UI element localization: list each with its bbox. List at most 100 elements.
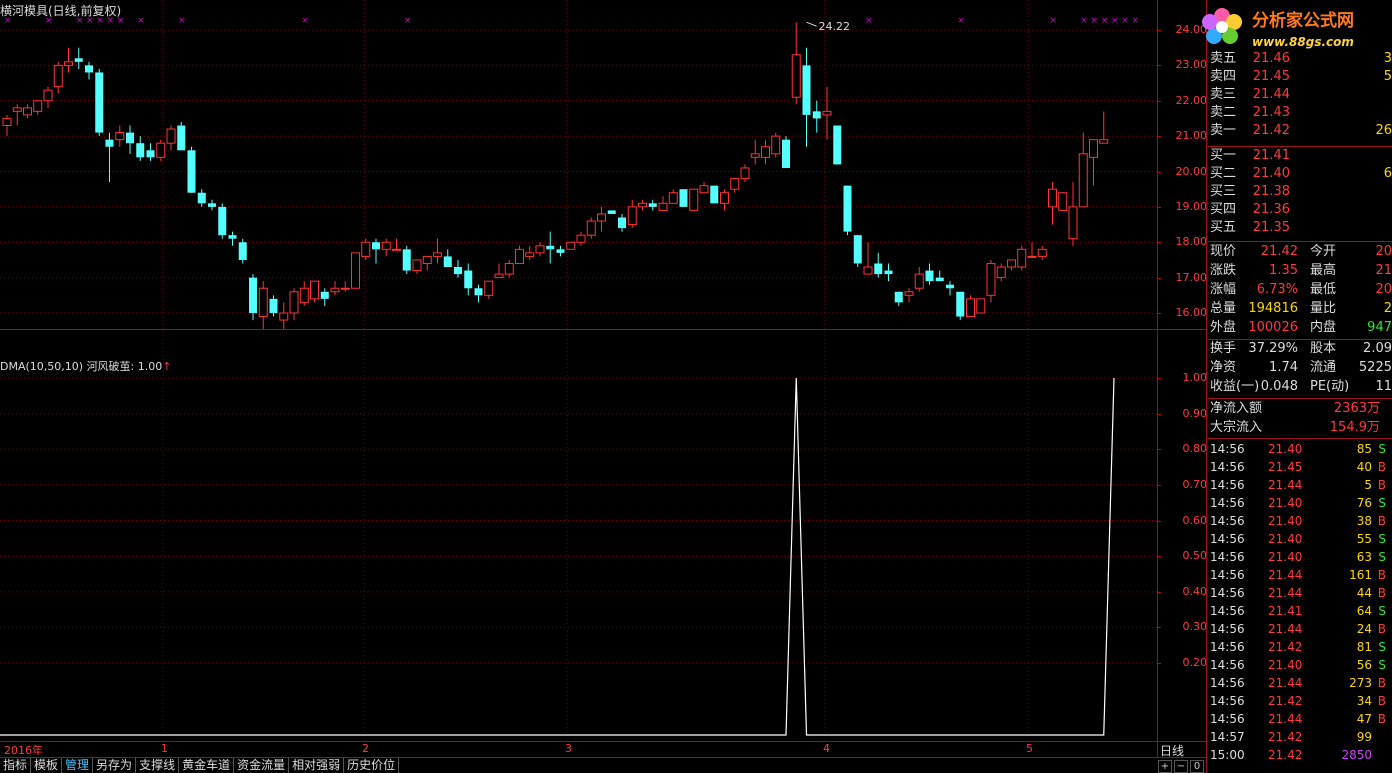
tick-time: 14:56 bbox=[1210, 622, 1245, 636]
candle bbox=[597, 206, 606, 232]
candle bbox=[956, 291, 965, 321]
candle bbox=[85, 61, 93, 80]
signal-marker-icon: × bbox=[957, 16, 965, 26]
ask-row[interactable]: 卖四 21.45 5 bbox=[1208, 68, 1392, 86]
candle bbox=[914, 267, 924, 292]
candle bbox=[1089, 139, 1098, 186]
price-tick-label: 17.00 bbox=[1175, 270, 1208, 284]
bid-label: 买五 bbox=[1210, 220, 1237, 235]
period-label[interactable]: 日线 bbox=[1160, 742, 1184, 759]
ask-row[interactable]: 卖一 21.42 26 bbox=[1208, 122, 1392, 140]
candle-body bbox=[504, 262, 514, 275]
trade-tick-row: 14:56 21.42 34 B bbox=[1208, 692, 1392, 710]
tab-item[interactable]: 历史价位 bbox=[344, 758, 400, 773]
candle-body bbox=[361, 241, 371, 257]
candle bbox=[668, 189, 678, 204]
trade-tick-row: 14:56 21.45 40 B bbox=[1208, 458, 1392, 476]
candle bbox=[576, 231, 586, 246]
candle bbox=[422, 255, 432, 271]
quote-label: 今开 bbox=[1310, 244, 1337, 259]
indicator-tick-label: 0.30 bbox=[1182, 620, 1208, 634]
tick-volume: 34 bbox=[1356, 694, 1372, 708]
candle bbox=[320, 288, 329, 306]
bid-row[interactable]: 买二 21.40 6 bbox=[1208, 165, 1392, 183]
high-annotation: 24.22 bbox=[819, 20, 851, 33]
tab-item[interactable]: 资金流量 bbox=[234, 758, 290, 773]
ask-price: 21.44 bbox=[1252, 87, 1290, 102]
ask-row[interactable]: 卖三 21.44 bbox=[1208, 86, 1392, 104]
tab-item[interactable]: 支撑线 bbox=[136, 758, 180, 773]
candle-body bbox=[310, 280, 319, 300]
bid-row[interactable]: 买一 21.41 bbox=[1208, 147, 1392, 165]
trade-tick-row: 14:56 21.44 273 B bbox=[1208, 674, 1392, 692]
candle-body bbox=[74, 58, 83, 62]
candle bbox=[791, 22, 801, 105]
candle-body bbox=[1068, 206, 1078, 240]
quote-value: 20 bbox=[1375, 282, 1392, 297]
tick-volume: 161 bbox=[1349, 568, 1372, 582]
candle bbox=[586, 217, 596, 239]
bid-label: 买二 bbox=[1210, 166, 1237, 181]
candle-body bbox=[956, 291, 965, 317]
candle-body bbox=[822, 110, 832, 116]
quote-value: 6.73% bbox=[1256, 282, 1298, 297]
candle bbox=[412, 259, 422, 275]
axis-divider bbox=[1157, 0, 1158, 757]
tick-time: 14:56 bbox=[1210, 460, 1245, 474]
flow-row: 净流入额 2363万 bbox=[1208, 400, 1392, 418]
candle bbox=[638, 199, 647, 211]
logo-url: www.88gs.com bbox=[1252, 35, 1354, 49]
tick-volume: 56 bbox=[1356, 658, 1372, 672]
candle-body bbox=[556, 249, 565, 253]
quote-row: 总量 194816 量比 2 bbox=[1208, 300, 1392, 318]
candle bbox=[904, 288, 914, 303]
tick-price: 21.40 bbox=[1268, 658, 1303, 672]
tick-side: B bbox=[1377, 568, 1386, 582]
candle-body bbox=[23, 107, 32, 116]
bid-label: 买三 bbox=[1210, 184, 1237, 199]
candle-body bbox=[904, 291, 914, 296]
flow-label: 大宗流入 bbox=[1210, 420, 1263, 435]
tab-item[interactable]: 相对强弱 bbox=[289, 758, 345, 773]
quote-value: 5225 bbox=[1358, 360, 1392, 375]
bid-row[interactable]: 买五 21.35 bbox=[1208, 219, 1392, 237]
tick-price: 21.44 bbox=[1268, 712, 1303, 726]
tab-item[interactable]: 另存为 bbox=[93, 758, 137, 773]
candlestick-chart[interactable]: ××××××××××××××××××××24.2215.29 bbox=[0, 0, 1157, 330]
candle bbox=[53, 61, 63, 94]
date-tick-label: 1 bbox=[161, 742, 168, 755]
indicator-chart[interactable] bbox=[0, 331, 1157, 741]
price-tick-label: 20.00 bbox=[1175, 164, 1208, 178]
quote-value: 194816 bbox=[1248, 301, 1298, 316]
candle-body bbox=[535, 245, 545, 254]
price-tick-label: 21.00 bbox=[1175, 129, 1208, 143]
bid-row[interactable]: 买三 21.38 bbox=[1208, 183, 1392, 201]
date-tick-label: 3 bbox=[565, 742, 572, 755]
candle bbox=[607, 210, 616, 214]
candle bbox=[258, 281, 268, 330]
tab-item[interactable]: 指标 bbox=[0, 758, 32, 773]
candle-body bbox=[177, 125, 186, 151]
flow-row: 大宗流入 154.9万 bbox=[1208, 419, 1392, 437]
tab-item[interactable]: 黄金车道 bbox=[179, 758, 235, 773]
trade-tick-row: 14:56 21.40 76 S bbox=[1208, 494, 1392, 512]
candle bbox=[484, 280, 494, 299]
tab-item[interactable]: 管理 bbox=[62, 758, 94, 773]
quote-value: 1.35 bbox=[1269, 263, 1298, 278]
tick-time: 14:56 bbox=[1210, 586, 1245, 600]
candle-body bbox=[966, 298, 975, 318]
bid-row[interactable]: 买四 21.36 bbox=[1208, 201, 1392, 219]
ask-label: 卖一 bbox=[1210, 123, 1237, 138]
candle-body bbox=[833, 125, 842, 165]
signal-marker-icon: × bbox=[1050, 16, 1058, 26]
tab-item[interactable]: 模板 bbox=[31, 758, 63, 773]
quote-value: 947 bbox=[1367, 320, 1392, 335]
candle-body bbox=[894, 291, 903, 303]
candle-body bbox=[627, 206, 637, 226]
tick-price: 21.45 bbox=[1268, 460, 1303, 474]
quote-label: 涨跌 bbox=[1210, 263, 1237, 278]
candle bbox=[402, 245, 411, 275]
candle bbox=[12, 104, 22, 126]
ask-row[interactable]: 卖二 21.43 bbox=[1208, 104, 1392, 122]
tick-volume: 47 bbox=[1356, 712, 1372, 726]
